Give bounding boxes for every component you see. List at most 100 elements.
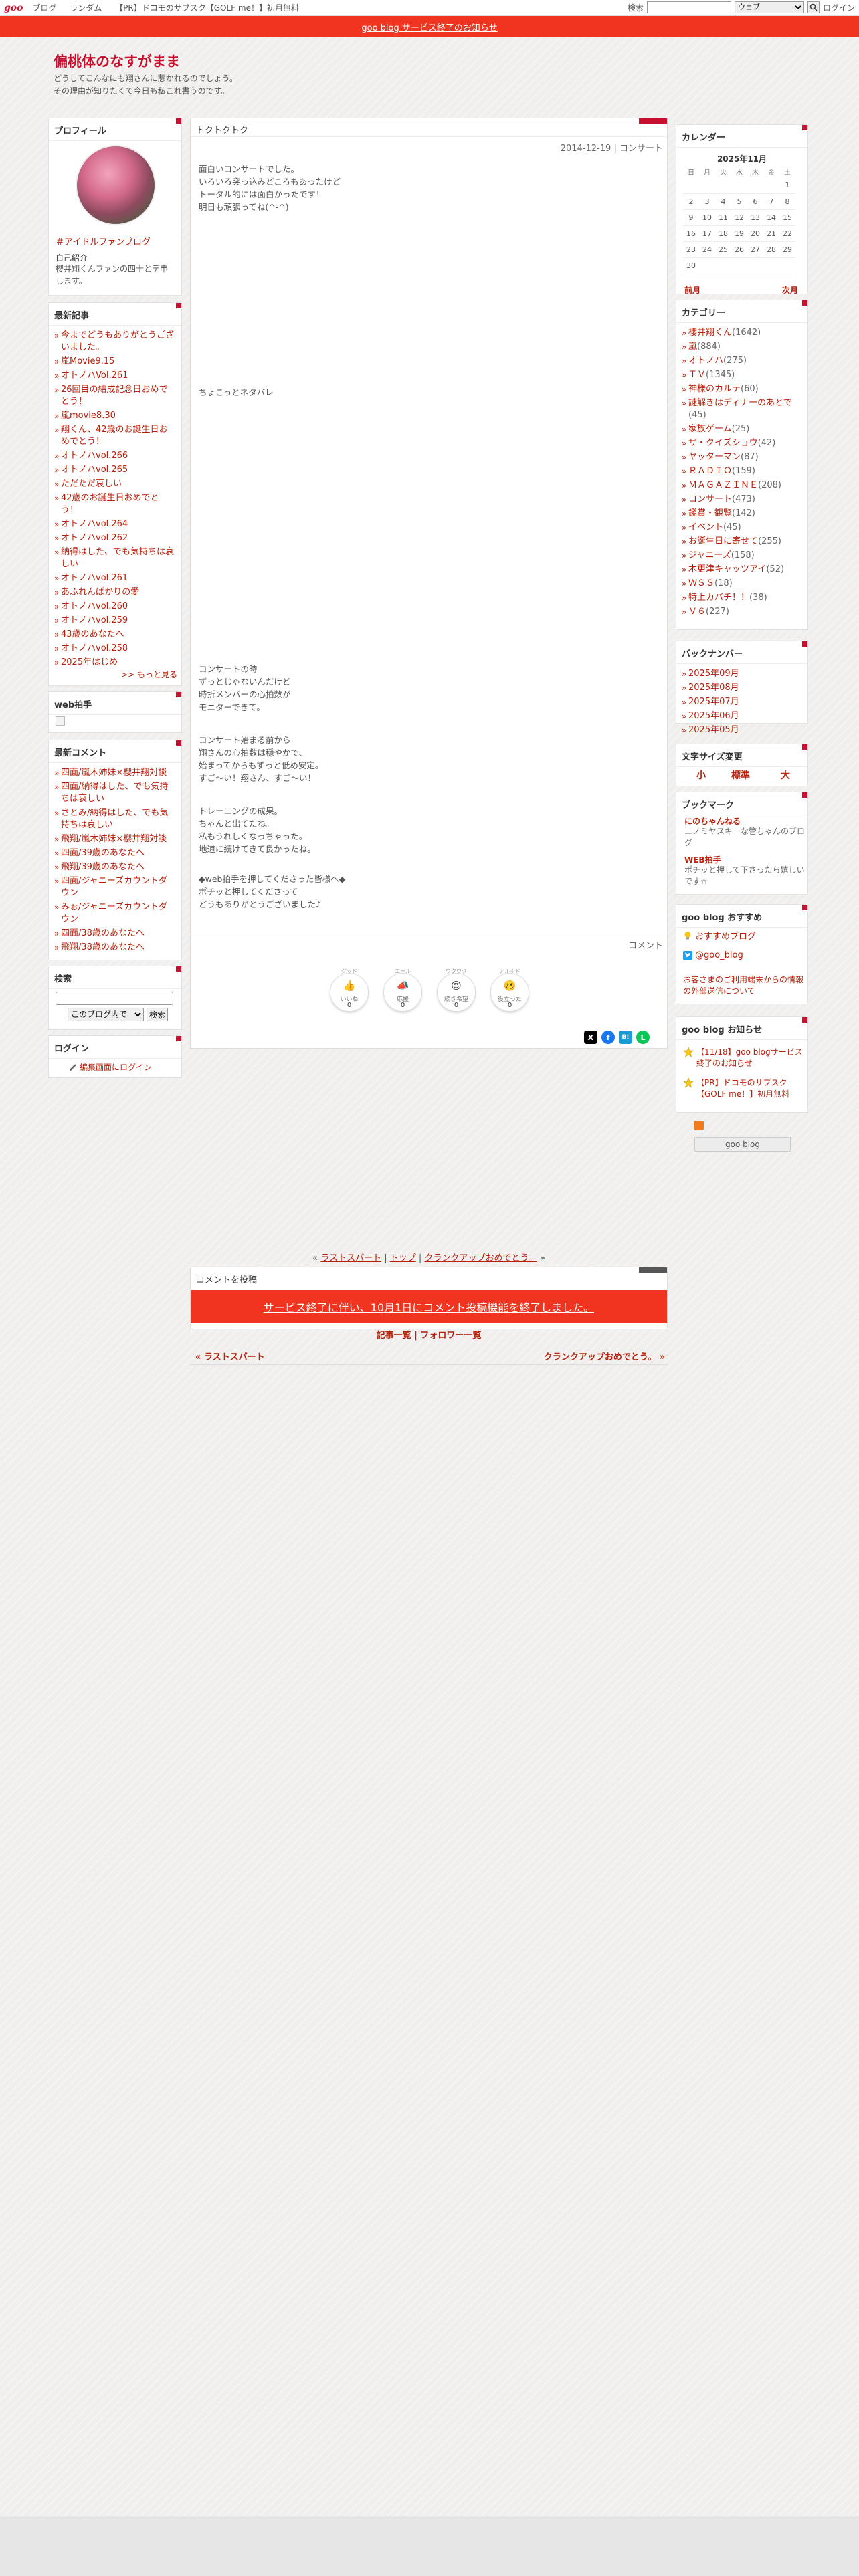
recent-post-link[interactable]: オトノハvol.265: [54, 463, 176, 477]
recent-post-link[interactable]: 2025年はじめ: [54, 655, 176, 669]
backnumber-link[interactable]: 2025年05月: [682, 723, 802, 737]
recent-post-link[interactable]: 43歳のあなたへ: [54, 627, 176, 641]
category-link[interactable]: ザ・クイズショウ(42): [682, 436, 802, 450]
category-link[interactable]: ジャニーズ(158): [682, 548, 802, 562]
recent-post-link[interactable]: オトノハvol.261: [54, 571, 176, 585]
recent-comment-link[interactable]: さとみ/納得はした、でも気持ちは哀しい: [54, 806, 176, 832]
data-transmission-link[interactable]: お客さまのご利用端末からの情報の外部送信について: [683, 974, 803, 997]
recent-comment-link[interactable]: 四面/38歳のあなたへ: [54, 926, 176, 940]
article-list-link[interactable]: 記事一覧: [377, 1331, 411, 1341]
rss-icon[interactable]: [694, 1121, 704, 1130]
blog-search-scope[interactable]: このブログ内で: [68, 1008, 144, 1021]
next-article-link[interactable]: クランクアップおめでとう。 »: [544, 1350, 665, 1362]
recent-post-link[interactable]: 42歳のお誕生日おめでとう！: [54, 491, 176, 517]
font-small-button[interactable]: 小: [696, 768, 706, 782]
share-line-icon[interactable]: L: [636, 1031, 650, 1044]
recent-post-link[interactable]: オトノハvol.258: [54, 641, 176, 655]
recent-post-link[interactable]: 翔くん、42歳のお誕生日おめでとう！: [54, 423, 176, 449]
share-hatena-icon[interactable]: B!: [619, 1031, 632, 1044]
category-link[interactable]: 特上カバチ！！(38): [682, 591, 802, 605]
backnumber-link[interactable]: 2025年09月: [682, 667, 802, 681]
top-search-input[interactable]: [646, 1, 731, 13]
recent-post-link[interactable]: 嵐movie8.30: [54, 409, 176, 423]
share-x-icon[interactable]: X: [584, 1031, 597, 1044]
bookmark-link[interactable]: にのちゃんねる: [684, 815, 741, 827]
category-link[interactable]: ＷＳＳ(18): [682, 576, 802, 591]
category-link[interactable]: お誕生日に寄せて(255): [682, 534, 802, 548]
blog-title[interactable]: 偏桃体のなすがまま: [54, 51, 180, 71]
login-link[interactable]: ログイン: [823, 2, 855, 13]
backnumber-link[interactable]: 2025年08月: [682, 681, 802, 695]
category-link[interactable]: ＭＡＧＡＺＩＮＥ(208): [682, 478, 802, 492]
bookmark-link[interactable]: WEB拍手: [684, 854, 721, 865]
top-link[interactable]: トップ: [390, 1253, 416, 1263]
recent-post-link[interactable]: オトノハvol.266: [54, 449, 176, 463]
recent-post-link[interactable]: オトノハvol.259: [54, 613, 176, 627]
recent-post-link[interactable]: 今までどうもありがとうございました。: [54, 328, 176, 354]
recent-comment-link[interactable]: 飛翔/38歳のあなたへ: [54, 940, 176, 954]
category-link[interactable]: ＲＡＤＩＯ(159): [682, 464, 802, 478]
recent-comment-link[interactable]: 飛翔/嵐木姉妹×櫻井翔対談: [54, 832, 176, 846]
goo-blog-badge[interactable]: goo blog: [694, 1137, 791, 1152]
category-link[interactable]: コンサート(473): [682, 492, 802, 506]
category-link[interactable]: オトノハ(275): [682, 354, 802, 368]
search-scope-select[interactable]: ウェブ: [734, 1, 804, 13]
recent-comment-link[interactable]: 四面/ジャニーズカウントダウン: [54, 874, 176, 900]
service-end-link[interactable]: goo blog サービス終了のお知らせ: [361, 21, 497, 33]
next-post-link[interactable]: クランクアップおめでとう。: [424, 1253, 537, 1263]
recent-comment-link[interactable]: みぉ/ジャニーズカウントダウン: [54, 900, 176, 926]
more-link[interactable]: >> もっと見る: [121, 669, 177, 680]
post-category[interactable]: コンサート: [619, 144, 663, 154]
recent-comment-link[interactable]: 四面/嵐木姉妹×櫻井翔対談: [54, 766, 176, 780]
nav-random[interactable]: ランダム: [70, 3, 102, 13]
backnumber-link[interactable]: 2025年07月: [682, 695, 802, 709]
reaction-excited[interactable]: ワクワク 😍 続き希望 0: [434, 965, 478, 1020]
category-link[interactable]: ＴＶ(1345): [682, 368, 802, 382]
blog-search-button[interactable]: 検索: [147, 1008, 168, 1021]
recent-comment-link[interactable]: 飛翔/39歳のあなたへ: [54, 860, 176, 874]
web-clap-image[interactable]: [56, 716, 65, 726]
recent-comment-link[interactable]: 四面/納得はした、でも気持ちは哀しい: [54, 780, 176, 806]
reaction-useful[interactable]: ナルホド 🥴 役立った 0: [488, 965, 532, 1020]
news-item[interactable]: 【11/18】goo blogサービス終了のお知らせ: [683, 1047, 805, 1069]
backnumber-link[interactable]: 2025年06月: [682, 709, 802, 723]
recent-post-link[interactable]: あふれんばかりの愛: [54, 585, 176, 599]
reaction-cheer[interactable]: エール 📣 応援 0: [381, 965, 425, 1020]
font-large-button[interactable]: 大: [781, 768, 790, 782]
category-link[interactable]: 謎解きはディナーのあとで(45): [682, 396, 802, 422]
goo-logo[interactable]: goo: [4, 3, 23, 13]
next-month-link[interactable]: 次月: [782, 284, 798, 296]
news-item[interactable]: 【PR】ドコモのサブスク【GOLF me！】初月無料: [683, 1077, 805, 1100]
category-link[interactable]: イベント(45): [682, 520, 802, 534]
comment-link[interactable]: コメント: [628, 938, 663, 951]
category-link[interactable]: 木更津キャッツアイ(52): [682, 562, 802, 576]
recent-post-link[interactable]: ただただ哀しい: [54, 477, 176, 491]
search-button[interactable]: [807, 1, 820, 13]
recent-post-link[interactable]: オトノハvol.264: [54, 517, 176, 531]
share-facebook-icon[interactable]: f: [601, 1031, 615, 1044]
recent-post-link[interactable]: オトノハVol.261: [54, 368, 176, 383]
category-link[interactable]: 家族ゲーム(25): [682, 422, 802, 436]
fan-blog-link[interactable]: ＃アイドルファンブログ: [56, 235, 151, 247]
recent-post-link[interactable]: 納得はした、でも気持ちは哀しい: [54, 545, 176, 571]
category-link[interactable]: Ｖ６(227): [682, 605, 802, 619]
font-medium-button[interactable]: 標準: [731, 768, 750, 782]
category-link[interactable]: 嵐(884): [682, 340, 802, 354]
recommend-blog-link[interactable]: おすすめブログ: [683, 929, 756, 942]
reaction-good[interactable]: グッド 👍 いいね 0: [327, 965, 371, 1020]
recent-post-link[interactable]: 嵐Movie9.15: [54, 354, 176, 368]
goo-twitter-link[interactable]: @goo_blog: [683, 950, 743, 960]
follower-list-link[interactable]: フォロワー一覧: [420, 1331, 481, 1341]
post-title[interactable]: トクトクトク: [196, 123, 248, 136]
nav-blog[interactable]: ブログ: [32, 3, 56, 13]
prev-article-link[interactable]: « ラストスパート: [195, 1350, 265, 1362]
prev-month-link[interactable]: 前月: [684, 284, 700, 296]
category-link[interactable]: ヤッターマン(87): [682, 450, 802, 464]
comment-closed-notice[interactable]: サービス終了に伴い、10月1日にコメント投稿機能を終了しました。: [264, 1299, 595, 1315]
blog-search-input[interactable]: [56, 992, 173, 1005]
recent-post-link[interactable]: オトノハvol.260: [54, 599, 176, 613]
nav-pr[interactable]: 【PR】ドコモのサブスク【GOLF me！】初月無料: [115, 3, 299, 13]
recent-post-link[interactable]: 26回目の結成記念日おめでとう！: [54, 383, 176, 409]
prev-post-link[interactable]: ラストスパート: [320, 1253, 381, 1263]
category-link[interactable]: 櫻井翔くん(1642): [682, 326, 802, 340]
